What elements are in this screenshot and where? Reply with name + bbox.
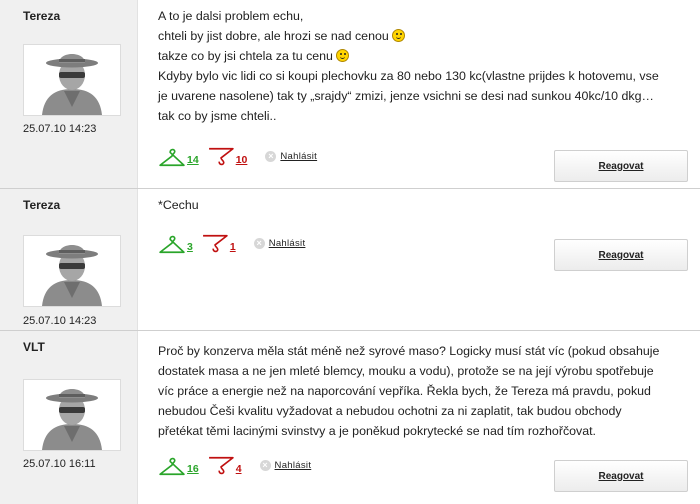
comment-text: A to je dalsi problem echu, chteli by ji… xyxy=(158,6,686,126)
text-line: Proč by konzerva měla stát méně než syro… xyxy=(158,344,660,358)
dislike-count[interactable]: 10 xyxy=(236,154,248,166)
text-line: takze co by jsi chtela za tu cenu xyxy=(158,46,686,66)
close-circle-icon: × xyxy=(259,460,271,471)
text-line: A to je dalsi problem echu, xyxy=(158,9,304,23)
smiley-icon xyxy=(335,49,349,62)
comment-sidebar: Tereza 25.07.10 14:23 xyxy=(0,0,138,188)
hanger-down-icon xyxy=(207,146,235,168)
dislike-button[interactable]: 10 xyxy=(207,146,248,168)
comment-date: 25.07.10 14:23 xyxy=(23,123,97,135)
text-line: dostatek masa a ne jen mleté blemcy, mou… xyxy=(158,364,654,378)
dislike-count[interactable]: 1 xyxy=(230,241,236,253)
spy-avatar-icon xyxy=(23,379,121,451)
comment-text: *Cechu xyxy=(158,195,686,215)
reply-button[interactable]: Reagovat xyxy=(554,460,688,492)
comment: Tereza 25.07.10 14:23 *Cechu 3 1 × Nahlá… xyxy=(0,189,700,331)
author-name: Tereza xyxy=(23,9,61,23)
reply-button[interactable]: Reagovat xyxy=(554,239,688,271)
report-label[interactable]: Nahlásit xyxy=(269,238,306,249)
author-name: Tereza xyxy=(23,198,61,212)
like-count[interactable]: 14 xyxy=(187,154,199,166)
dislike-button[interactable]: 4 xyxy=(207,455,242,477)
comment-date: 25.07.10 14:23 xyxy=(23,315,97,327)
report-label[interactable]: Nahlásit xyxy=(275,460,312,471)
like-count[interactable]: 3 xyxy=(187,241,193,253)
smiley-icon xyxy=(391,29,405,42)
like-button[interactable]: 16 xyxy=(158,455,199,477)
like-count[interactable]: 16 xyxy=(187,463,199,475)
like-button[interactable]: 14 xyxy=(158,146,199,168)
reply-button[interactable]: Reagovat xyxy=(554,150,688,182)
hanger-down-icon xyxy=(207,455,235,477)
report-link[interactable]: × Nahlásit xyxy=(259,460,312,471)
spy-avatar-icon xyxy=(23,235,121,307)
hanger-up-icon xyxy=(158,455,186,477)
comment: VLT 25.07.10 16:11 Proč by konzerva měla… xyxy=(0,331,700,504)
close-circle-icon: × xyxy=(265,151,277,162)
comment-text: Proč by konzerva měla stát méně než syro… xyxy=(158,341,686,441)
text-line: nebudou Češi kvalitu vyžadovat a nebudou… xyxy=(158,404,622,418)
text-line: Kdyby bylo vic lidi co si koupi plechovk… xyxy=(158,69,659,83)
report-label[interactable]: Nahlásit xyxy=(280,151,317,162)
comment: Tereza 25.07.10 14:23 A to je dalsi prob… xyxy=(0,0,700,189)
text-line: *Cechu xyxy=(158,198,199,212)
comment-actions: 14 10 × Nahlásit xyxy=(158,146,317,168)
close-circle-icon: × xyxy=(253,238,265,249)
like-button[interactable]: 3 xyxy=(158,233,193,255)
report-link[interactable]: × Nahlásit xyxy=(253,238,306,249)
comment-sidebar: VLT 25.07.10 16:11 xyxy=(0,331,138,504)
report-link[interactable]: × Nahlásit xyxy=(265,151,317,162)
text-line: tak co by jsme chteli.. xyxy=(158,109,277,123)
spy-avatar-icon xyxy=(23,44,121,116)
text-line: je uvarene nasolene) tak ty „srajdy“ zmi… xyxy=(158,89,654,103)
comment-actions: 3 1 × Nahlásit xyxy=(158,233,305,255)
text-line: přetékat těmi lacinými svinstvy a je pon… xyxy=(158,424,596,438)
text-line: víc práce a energie než na naporcování v… xyxy=(158,384,651,398)
comment-actions: 16 4 × Nahlásit xyxy=(158,455,311,477)
hanger-down-icon xyxy=(201,233,229,255)
dislike-button[interactable]: 1 xyxy=(201,233,236,255)
text-line: chteli by jist dobre, ale hrozi se nad c… xyxy=(158,26,686,46)
dislike-count[interactable]: 4 xyxy=(236,463,242,475)
comment-sidebar: Tereza 25.07.10 14:23 xyxy=(0,189,138,330)
hanger-up-icon xyxy=(158,233,186,255)
hanger-up-icon xyxy=(158,146,186,168)
comment-date: 25.07.10 16:11 xyxy=(23,458,96,470)
author-name: VLT xyxy=(23,340,45,354)
